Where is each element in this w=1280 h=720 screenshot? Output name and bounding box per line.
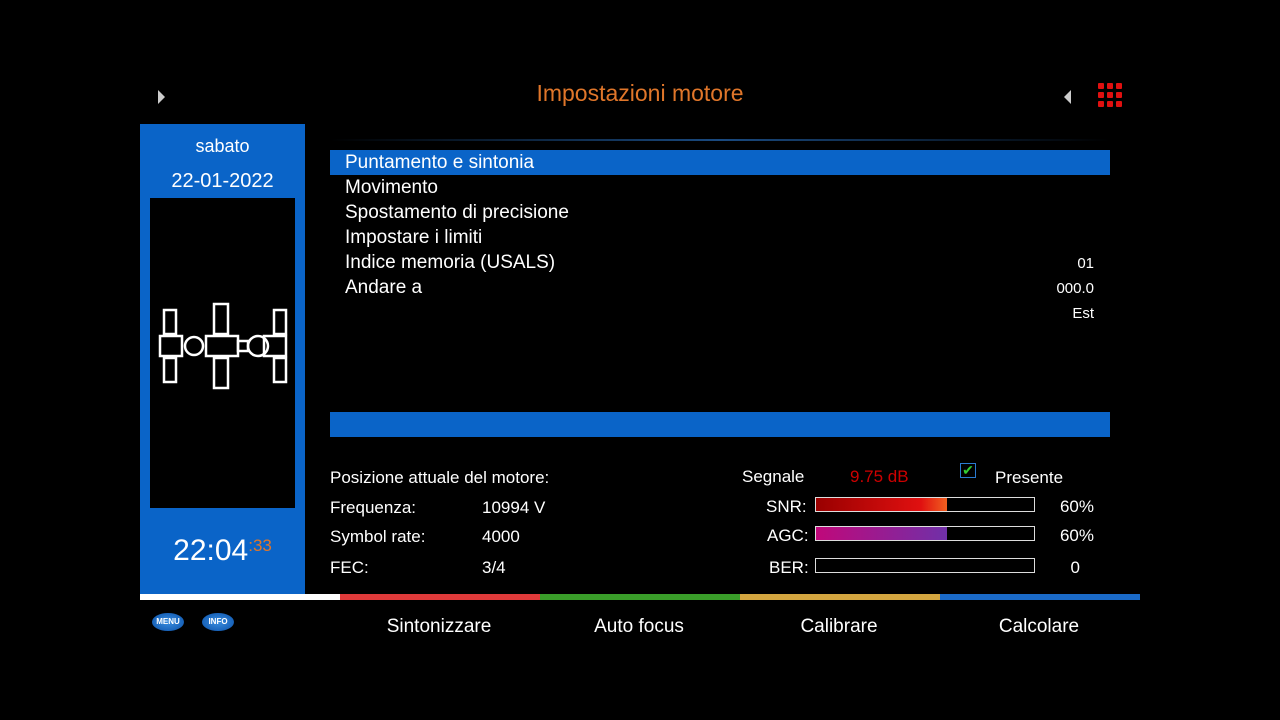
agc-fill	[816, 527, 947, 540]
menu-label: Movimento	[345, 177, 438, 198]
direction-value[interactable]: Est	[1072, 305, 1094, 322]
auto-focus-button[interactable]: Auto focus	[539, 616, 739, 638]
fec-label: FEC:	[330, 558, 369, 577]
menu-label: Spostamento di precisione	[345, 202, 569, 223]
grid-menu-icon[interactable]	[1098, 83, 1122, 107]
menu-item-pointing[interactable]: Puntamento e sintonia	[330, 150, 1110, 175]
color-line-blue	[940, 594, 1140, 600]
goto-value: 000.0	[1056, 280, 1094, 297]
symbol-rate-label: Symbol rate:	[330, 527, 426, 546]
position-label: Posizione attuale del motore:	[330, 468, 550, 487]
memory-index-value: 01	[1077, 255, 1094, 272]
menu-item-limits[interactable]: Impostare i limiti	[330, 225, 1110, 250]
tune-button[interactable]: Sintonizzare	[339, 616, 539, 638]
clock: 22:04:33	[140, 534, 305, 568]
ber-label: BER:	[769, 558, 809, 577]
arrow-left-icon[interactable]	[1064, 90, 1071, 104]
snr-label: SNR:	[766, 497, 807, 516]
ber-bar	[815, 558, 1035, 573]
menu-item-goto[interactable]: Andare a	[330, 275, 1110, 300]
date-label: 22-01-2022	[171, 170, 274, 192]
menu-button[interactable]: MENU	[152, 613, 184, 631]
frequency-label: Frequenza:	[330, 498, 416, 517]
menu-item-movement[interactable]: Movimento	[330, 175, 1110, 200]
color-line-green	[540, 594, 740, 600]
sidebar: sabato 22-01-2022 22:04:33	[140, 124, 305, 594]
snr-value: 60%	[1059, 497, 1094, 516]
color-line-white	[140, 594, 340, 600]
page-title: Impostazioni motore	[536, 80, 744, 106]
menu-label: Andare a	[345, 277, 423, 298]
signal-label: Segnale	[742, 467, 805, 486]
calculate-button[interactable]: Calcolare	[939, 616, 1139, 638]
clock-seconds: :33	[248, 536, 272, 555]
day-label: sabato	[195, 136, 250, 156]
satellite-icon	[150, 198, 295, 508]
calibrate-button[interactable]: Calibrare	[739, 616, 939, 638]
present-checkbox[interactable]: ✔	[960, 463, 976, 478]
color-line-red	[340, 594, 540, 600]
signal-db: 9.75 dB	[850, 467, 909, 486]
divider	[330, 139, 1110, 141]
color-line-yellow	[740, 594, 940, 600]
present-label: Presente	[995, 468, 1064, 487]
fec-value: 3/4	[482, 558, 506, 577]
frequency-value: 10994 V	[482, 498, 546, 517]
menu-label: Puntamento e sintonia	[345, 152, 535, 173]
agc-value: 60%	[1059, 526, 1094, 545]
agc-bar	[815, 526, 1035, 541]
snr-fill	[816, 498, 947, 511]
menu-item-memory-index[interactable]: Indice memoria (USALS)	[330, 250, 1110, 275]
menu-item-fine-move[interactable]: Spostamento di precisione	[330, 200, 1110, 225]
info-button[interactable]: INFO	[202, 613, 234, 631]
menu-label: Indice memoria (USALS)	[345, 252, 556, 273]
info-bar	[330, 412, 1110, 437]
symbol-rate-value: 4000	[482, 527, 520, 546]
menu-label: Impostare i limiti	[345, 227, 483, 248]
snr-bar	[815, 497, 1035, 512]
agc-label: AGC:	[767, 526, 809, 545]
clock-time: 22:04	[173, 534, 249, 567]
ber-value: 0	[1070, 558, 1080, 577]
arrow-right-icon[interactable]	[158, 90, 165, 104]
